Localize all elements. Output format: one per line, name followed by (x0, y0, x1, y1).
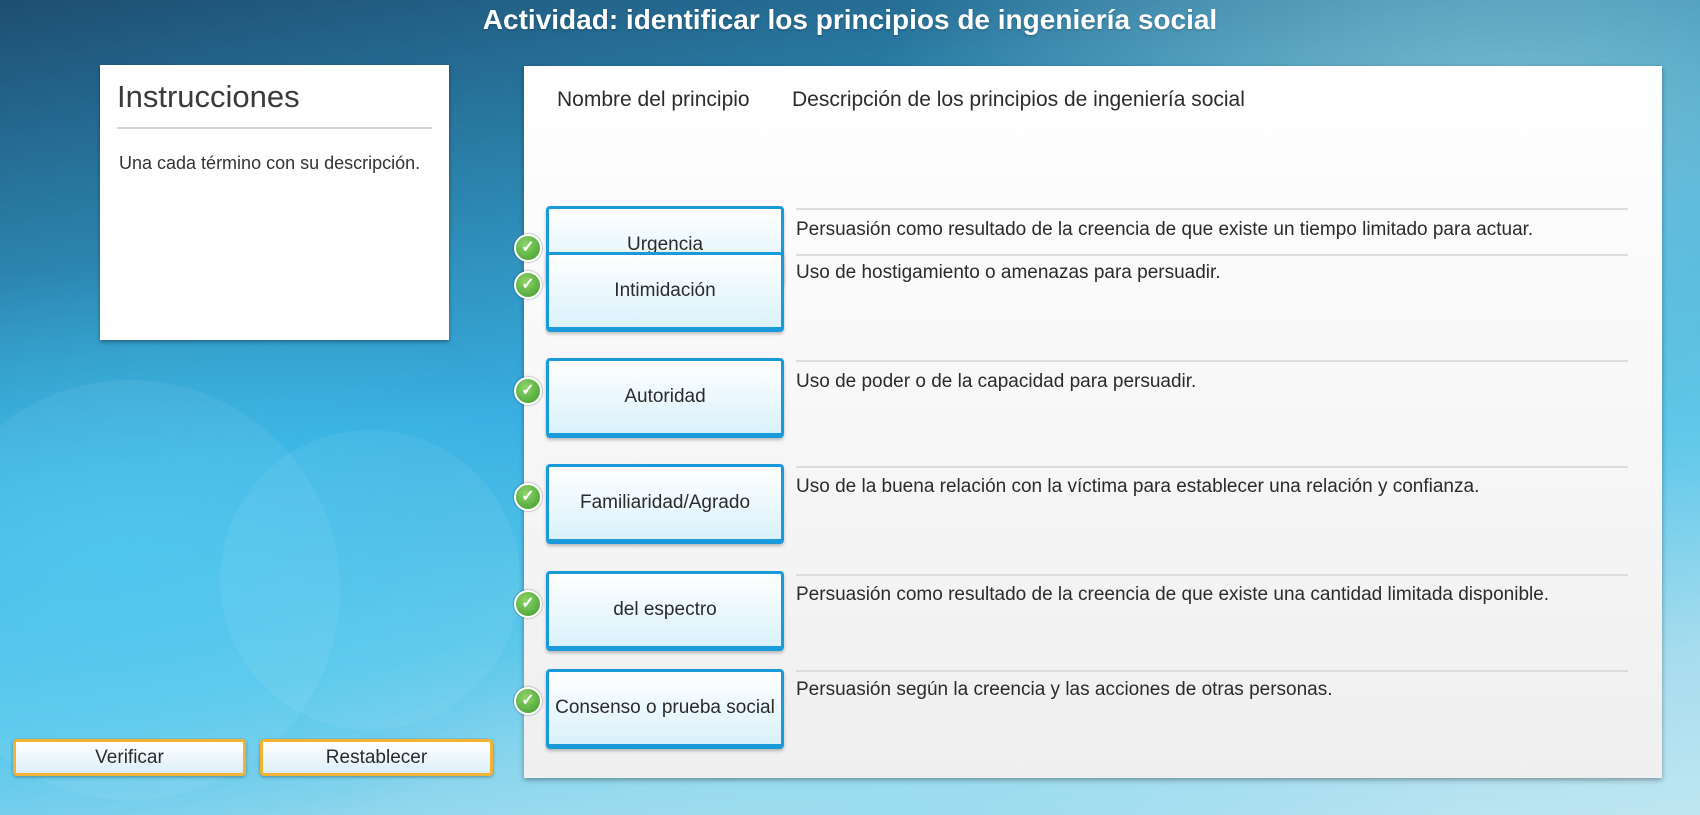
term-button-autoridad[interactable]: Autoridad (546, 358, 784, 438)
background-decoration (220, 430, 520, 730)
term-button-familiaridad[interactable]: Familiaridad/Agrado (546, 464, 784, 544)
description-text: Uso de hostigamiento o amenazas para per… (796, 262, 1221, 283)
term-button-escasez[interactable]: del espectro (546, 571, 784, 651)
reset-button[interactable]: Restablecer (260, 739, 493, 776)
description-text: Uso de la buena relación con la víctima … (796, 476, 1480, 497)
checkmark-icon: ✓ (514, 271, 542, 299)
page-title: Actividad: identificar los principios de… (482, 4, 1218, 35)
matching-panel: Nombre del principio Descripción de los … (514, 66, 1662, 778)
description-text: Persuasión como resultado de la creencia… (796, 219, 1534, 240)
term-label: Consenso o prueba social (555, 697, 775, 718)
checkmark-icon: ✓ (514, 234, 542, 262)
column-header-description: Descripción de los principios de ingenie… (792, 88, 1245, 111)
description-divider (796, 670, 1628, 672)
description-text: Persuasión como resultado de la creencia… (796, 584, 1550, 605)
description-text: Uso de poder o de la capacidad para pers… (796, 371, 1197, 392)
description-divider (796, 254, 1628, 256)
column-header-name: Nombre del principio (557, 88, 750, 111)
term-button-consenso[interactable]: Consenso o prueba social (546, 669, 784, 749)
instructions-heading: Instrucciones (117, 79, 432, 129)
checkmark-icon: ✓ (514, 590, 542, 618)
description-divider (796, 574, 1628, 576)
term-label: Autoridad (624, 386, 706, 407)
term-label: Intimidación (614, 280, 716, 301)
description-divider (796, 466, 1628, 468)
instructions-text: Una cada término con su descripción. (119, 153, 421, 173)
description-divider (796, 360, 1628, 362)
checkmark-icon: ✓ (514, 483, 542, 511)
term-label: Familiaridad/Agrado (579, 492, 751, 513)
verify-button[interactable]: Verificar (13, 739, 246, 776)
checkmark-icon: ✓ (514, 377, 542, 405)
term-label: del espectro (613, 599, 717, 620)
instructions-panel: Instrucciones Una cada término con su de… (100, 65, 449, 340)
term-button-intimidacion[interactable]: Intimidación (546, 252, 784, 332)
description-text: Persuasión según la creencia y las accio… (796, 679, 1333, 700)
description-divider (796, 208, 1628, 210)
checkmark-icon: ✓ (514, 687, 542, 715)
